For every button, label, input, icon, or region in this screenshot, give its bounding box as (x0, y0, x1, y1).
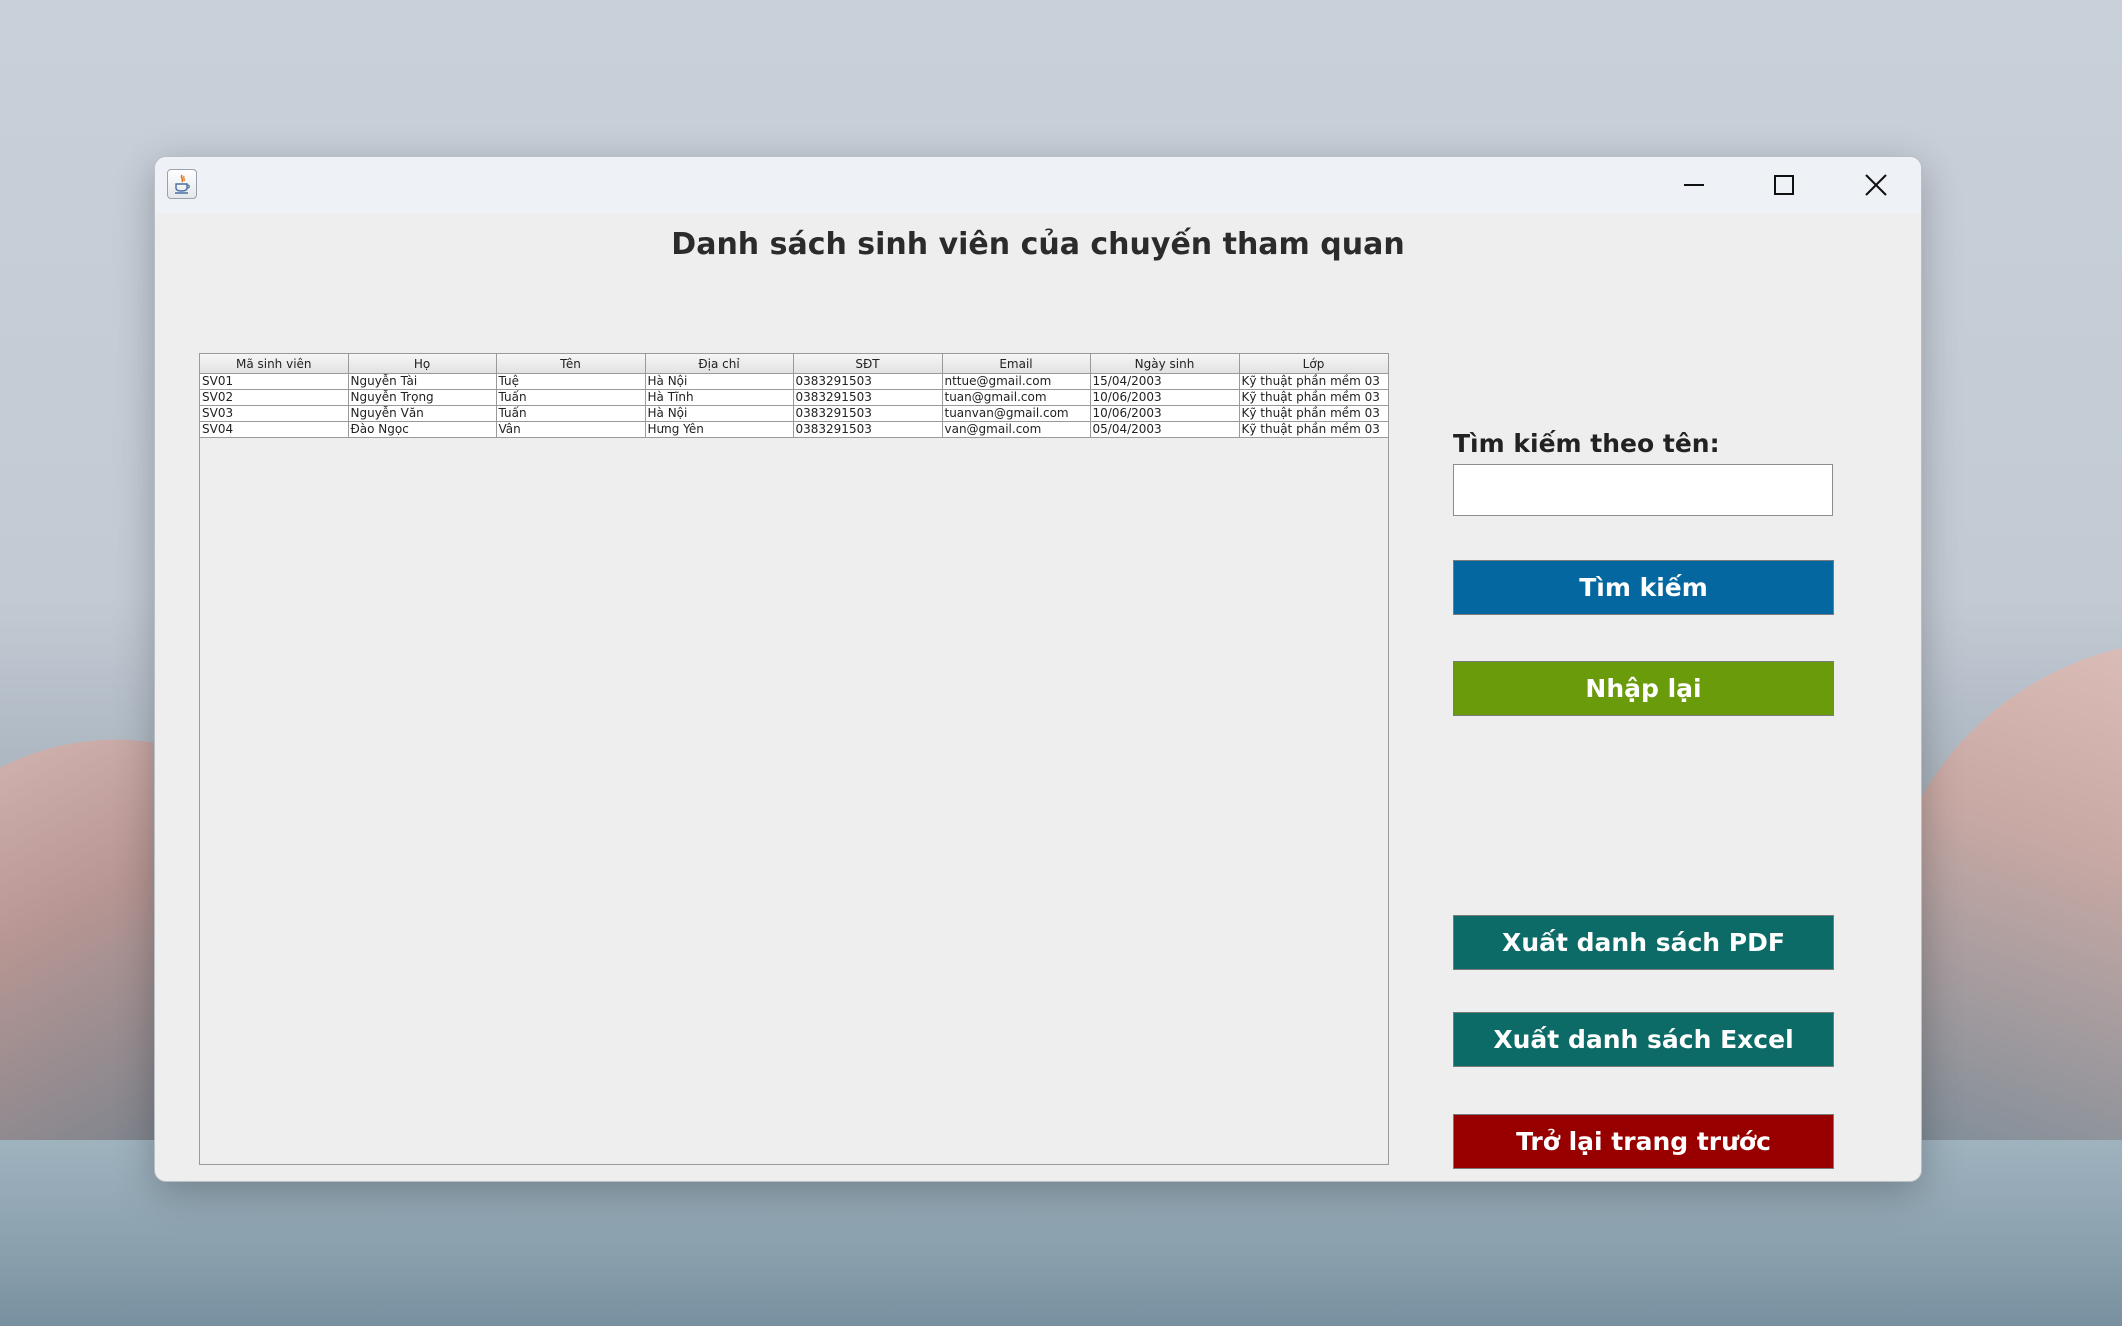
title-bar[interactable] (155, 157, 1921, 213)
student-table[interactable]: Mã sinh viên Họ Tên Địa chỉ SĐT Email Ng… (200, 354, 1389, 438)
table-cell[interactable]: Vân (496, 421, 646, 438)
table-cell[interactable]: 0383291503 (793, 421, 943, 438)
table-cell[interactable]: Nguyễn Trọng (348, 389, 497, 406)
table-cell[interactable]: Kỹ thuật phần mềm 03 (1239, 373, 1389, 390)
export-excel-button[interactable]: Xuất danh sách Excel (1453, 1012, 1834, 1067)
table-cell[interactable]: Kỹ thuật phần mềm 03 (1239, 405, 1389, 422)
search-by-name-label: Tìm kiếm theo tên: (1453, 429, 1720, 458)
table-cell[interactable]: Tuấn (496, 405, 646, 422)
table-cell[interactable]: 05/04/2003 (1090, 421, 1240, 438)
table-cell[interactable]: 0383291503 (793, 373, 943, 390)
table-cell[interactable]: Hà Tĩnh (645, 389, 794, 406)
app-window: Mã sinh viên Họ Tên Địa chỉ SĐT Email Ng… (154, 156, 1922, 1182)
table-cell[interactable]: 10/06/2003 (1090, 389, 1240, 406)
column-header-lop[interactable]: Lớp (1239, 354, 1389, 374)
table-cell[interactable]: SV02 (200, 389, 349, 406)
column-header-sdt[interactable]: SĐT (793, 354, 943, 374)
table-cell[interactable]: Kỹ thuật phần mềm 03 (1239, 389, 1389, 406)
close-icon (1865, 174, 1887, 196)
table-cell[interactable]: Nguyễn Văn (348, 405, 497, 422)
maximize-icon (1774, 175, 1794, 195)
table-cell[interactable]: tuanvan@gmail.com (942, 405, 1091, 422)
table-cell[interactable]: nttue@gmail.com (942, 373, 1091, 390)
table-cell[interactable]: Kỹ thuật phần mềm 03 (1239, 421, 1389, 438)
table-cell[interactable]: 15/04/2003 (1090, 373, 1240, 390)
minimize-icon (1684, 184, 1704, 186)
table-row[interactable]: SV04 Đào Ngọc Vân Hưng Yên 0383291503 va… (200, 421, 1389, 438)
table-cell[interactable]: SV03 (200, 405, 349, 422)
back-button[interactable]: Trở lại trang trước (1453, 1114, 1834, 1169)
minimize-button[interactable] (1649, 157, 1739, 213)
table-row[interactable]: SV02 Nguyễn Trọng Tuấn Hà Tĩnh 038329150… (200, 389, 1389, 406)
export-pdf-button[interactable]: Xuất danh sách PDF (1453, 915, 1834, 970)
table-cell[interactable]: Hưng Yên (645, 421, 794, 438)
table-cell[interactable]: SV01 (200, 373, 349, 390)
table-cell[interactable]: Đào Ngọc (348, 421, 497, 438)
desktop-background: Mã sinh viên Họ Tên Địa chỉ SĐT Email Ng… (0, 0, 2122, 1326)
table-cell[interactable]: 10/06/2003 (1090, 405, 1240, 422)
table-row[interactable]: SV01 Nguyễn Tài Tuệ Hà Nội 0383291503 nt… (200, 373, 1389, 390)
reset-button[interactable]: Nhập lại (1453, 661, 1834, 716)
close-button[interactable] (1831, 157, 1921, 213)
java-app-icon (167, 169, 197, 199)
table-cell[interactable]: Tuấn (496, 389, 646, 406)
column-header-ma-sinh-vien[interactable]: Mã sinh viên (200, 354, 349, 374)
table-cell[interactable]: Tuệ (496, 373, 646, 390)
table-row[interactable]: SV03 Nguyễn Văn Tuấn Hà Nội 0383291503 t… (200, 405, 1389, 422)
column-header-ngay-sinh[interactable]: Ngày sinh (1090, 354, 1240, 374)
table-cell[interactable]: SV04 (200, 421, 349, 438)
page-title: Danh sách sinh viên của chuyến tham quan (671, 227, 1405, 262)
table-cell[interactable]: Hà Nội (645, 405, 794, 422)
maximize-button[interactable] (1739, 157, 1829, 213)
student-table-panel[interactable]: Mã sinh viên Họ Tên Địa chỉ SĐT Email Ng… (199, 353, 1389, 1165)
column-header-ten[interactable]: Tên (496, 354, 646, 374)
column-header-email[interactable]: Email (942, 354, 1091, 374)
table-cell[interactable]: tuan@gmail.com (942, 389, 1091, 406)
table-cell[interactable]: 0383291503 (793, 405, 943, 422)
search-name-input[interactable] (1453, 464, 1833, 516)
table-header-row: Mã sinh viên Họ Tên Địa chỉ SĐT Email Ng… (200, 354, 1389, 374)
column-header-ho[interactable]: Họ (348, 354, 497, 374)
table-cell[interactable]: 0383291503 (793, 389, 943, 406)
search-button[interactable]: Tìm kiếm (1453, 560, 1834, 615)
column-header-dia-chi[interactable]: Địa chỉ (645, 354, 794, 374)
table-cell[interactable]: Nguyễn Tài (348, 373, 497, 390)
table-cell[interactable]: van@gmail.com (942, 421, 1091, 438)
table-cell[interactable]: Hà Nội (645, 373, 794, 390)
window-content: Mã sinh viên Họ Tên Địa chỉ SĐT Email Ng… (155, 213, 1921, 1181)
